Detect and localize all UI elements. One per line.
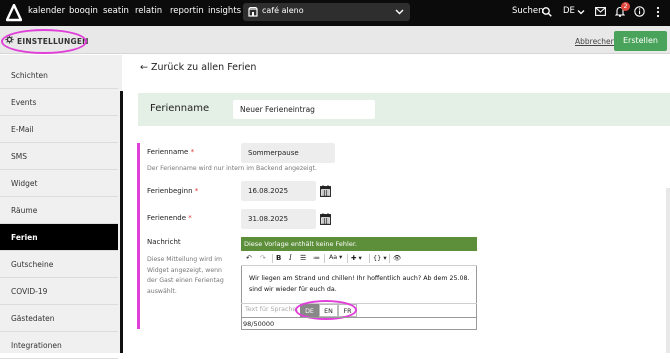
ferienbeginn-input[interactable]: 16.08.2025 — [241, 181, 316, 201]
calendar-icon[interactable] — [320, 185, 331, 197]
cancel-link[interactable]: Abbrechen — [575, 37, 615, 46]
settings-sidebar: Schichten Events E-Mail SMS Widget Räume… — [0, 55, 122, 359]
required-marker: * — [190, 148, 195, 156]
chevron-down-icon — [395, 9, 404, 15]
redo-icon[interactable]: ↷ — [260, 254, 266, 262]
nachricht-label: Nachricht — [147, 238, 181, 246]
ferienende-input[interactable]: 31.08.2025 — [241, 209, 316, 229]
back-to-holidays-link[interactable]: ← Zurück zu allen Ferien — [140, 62, 256, 73]
ferienname-input[interactable]: Sommerpause — [241, 143, 335, 163]
character-counter: 98/50000 — [241, 317, 477, 330]
sidebar-item-email[interactable]: E-Mail — [0, 116, 118, 143]
info-icon[interactable] — [634, 6, 645, 17]
app-logo-icon[interactable] — [6, 4, 22, 22]
language-placeholder: Text für Sprache: — [245, 306, 299, 313]
ferienname-hint: Der Ferienname wird nur intern im Backen… — [147, 165, 317, 172]
sidebar-item-integrationen[interactable]: Integrationen — [0, 332, 118, 359]
more-menu-icon[interactable] — [656, 6, 660, 18]
highlight-bar — [137, 143, 140, 329]
message-text[interactable]: Wir liegen am Strand und chillen! Ihr ho… — [249, 273, 471, 295]
nav-insights[interactable]: insights — [208, 6, 241, 16]
italic-button[interactable]: I — [289, 254, 292, 262]
sidebar-item-covid[interactable]: COVID-19 — [0, 278, 118, 305]
bullet-list-icon[interactable]: ☰ — [300, 254, 306, 262]
sidebar-item-raeume[interactable]: Räume — [0, 197, 118, 224]
nav-reportin[interactable]: reportin — [170, 6, 204, 16]
sidebar-item-gutscheine[interactable]: Gutscheine — [0, 251, 118, 278]
sidebar-item-events[interactable]: Events — [0, 89, 118, 116]
holiday-name-panel: Ferienname Neuer Ferieneintrag — [138, 93, 670, 126]
ferienname-label: Ferienname * — [147, 148, 195, 156]
font-size-dropdown[interactable]: Aa ▾ — [329, 254, 342, 261]
venue-name: café aleno — [262, 6, 304, 15]
sidebar-item-ferien[interactable]: Ferien — [0, 224, 118, 251]
sidebar-item-gaestedaten[interactable]: Gästedaten — [0, 305, 118, 332]
top-navigation: kalender booqin seatin relatin reportin … — [0, 0, 670, 26]
toolbar-divider — [324, 254, 325, 263]
main-scrollbar[interactable] — [666, 188, 670, 353]
toolbar-divider — [272, 254, 273, 263]
ferienende-label: Ferienende * — [147, 214, 192, 222]
insert-dropdown[interactable]: ✚ ▾ — [351, 254, 362, 262]
nav-booqin[interactable]: booqin — [69, 6, 98, 16]
sidebar-item-sms[interactable]: SMS — [0, 143, 118, 170]
notification-badge: 2 — [621, 2, 630, 11]
toolbar-divider — [369, 254, 370, 263]
holiday-name-heading: Ferienname — [150, 103, 210, 114]
sidebar-scrollbar[interactable] — [120, 91, 123, 353]
venue-selector[interactable]: café aleno — [243, 3, 410, 21]
language-selector[interactable]: DE — [563, 6, 575, 16]
editor-toolbar: ↶ ↷ B I ☰ ≔ Aa ▾ ✚ ▾ {} ▾ 👁 — [241, 251, 477, 266]
toolbar-divider — [347, 254, 348, 263]
validation-banner: Diese Vorlage enthält keine Fehler. — [241, 237, 477, 251]
toolbar-divider — [389, 254, 390, 263]
bold-button[interactable]: B — [276, 254, 281, 262]
search-label[interactable]: Suchen — [512, 6, 543, 16]
holiday-title-input[interactable]: Neuer Ferieneintrag — [233, 100, 375, 119]
required-marker: * — [194, 187, 199, 195]
sidebar-item-widget[interactable]: Widget — [0, 170, 118, 197]
nav-seatin[interactable]: seatin — [103, 6, 129, 16]
sidebar-item-schichten[interactable]: Schichten — [0, 62, 118, 89]
ferienbeginn-label: Ferienbeginn * — [147, 187, 199, 195]
nav-relatin[interactable]: relatin — [135, 6, 162, 16]
language-switcher: Text für Sprache: DE EN FR — [241, 303, 477, 317]
undo-icon[interactable]: ↶ — [246, 254, 252, 262]
create-button[interactable]: Erstellen — [614, 31, 667, 51]
numbered-list-icon[interactable]: ≔ — [313, 254, 320, 262]
highlight-ellipse-settings — [1, 29, 87, 54]
nav-kalender[interactable]: kalender — [28, 6, 65, 16]
preview-eye-icon[interactable]: 👁 — [393, 254, 401, 262]
variable-dropdown[interactable]: {} ▾ — [373, 254, 387, 262]
required-marker: * — [188, 214, 192, 222]
nachricht-hint: Diese Mitteilung wird im Widget angezeig… — [147, 256, 224, 295]
mail-icon[interactable] — [595, 7, 606, 16]
settings-bar: EINSTELLUNGEN Abbrechen — [0, 26, 670, 54]
venue-store-icon — [248, 7, 258, 17]
search-icon[interactable] — [542, 7, 552, 17]
language-chevron-down-icon[interactable] — [577, 8, 585, 16]
calendar-icon[interactable] — [320, 213, 331, 225]
